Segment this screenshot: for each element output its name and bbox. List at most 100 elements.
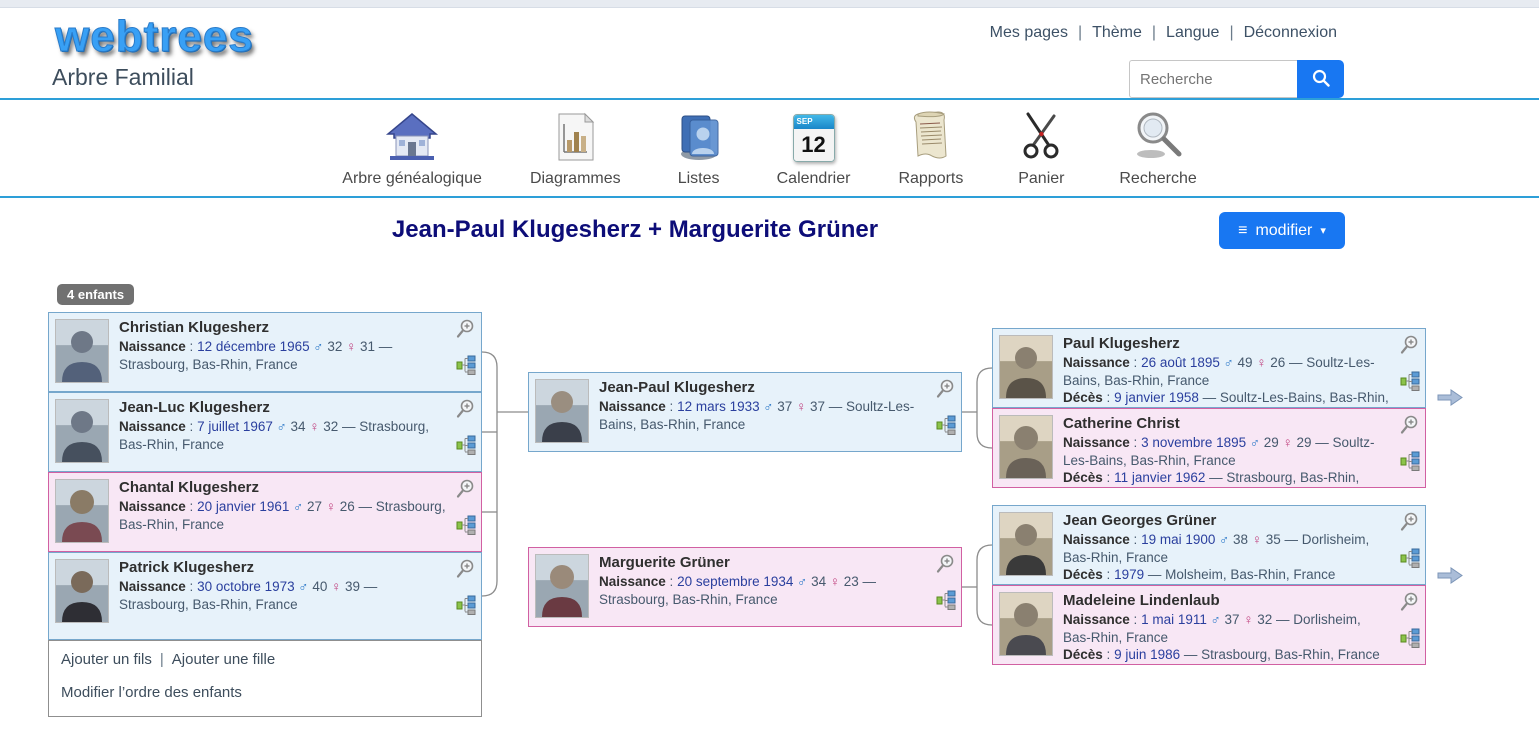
person-photo [55, 399, 109, 463]
scissors-icon [1018, 110, 1064, 162]
pedigree-icon[interactable] [1400, 371, 1420, 391]
person-photo [535, 379, 589, 443]
menu-language[interactable]: Langue [1166, 24, 1219, 41]
menu-my-pages[interactable]: Mes pages [990, 24, 1068, 41]
birth-line: Naissance : 20 janvier 1961 ♂ 27 ♀ 26 — … [119, 498, 447, 534]
magnifier-icon [1131, 110, 1185, 162]
pedigree-icon[interactable] [936, 415, 956, 435]
person-name-link[interactable]: Catherine Christ [1063, 414, 1391, 434]
zoom-icon[interactable] [456, 559, 476, 579]
birth-line: Naissance : 7 juillet 1967 ♂ 34 ♀ 32 — S… [119, 418, 447, 454]
zoom-icon[interactable] [936, 379, 956, 399]
menu-item-label: Recherche [1119, 170, 1196, 188]
menu-search[interactable]: Recherche [1119, 110, 1196, 188]
chevron-down-icon: ▾ [1320, 224, 1326, 237]
zoom-icon[interactable] [456, 479, 476, 499]
person-box-christian[interactable]: Christian Klugesherz Naissance : 12 déce… [48, 312, 482, 392]
death-line: Décès : 9 juin 1986 — Strasbourg, Bas-Rh… [1063, 646, 1391, 664]
hamburger-icon: ≡ [1238, 222, 1247, 240]
death-line: Décès : 11 janvier 1962 — Strasbourg, Ba… [1063, 469, 1391, 488]
pedigree-icon[interactable] [1400, 451, 1420, 471]
calendar-month: SEP [794, 115, 834, 129]
menu-theme[interactable]: Thème [1092, 24, 1142, 41]
family-page-header: Jean-Paul Klugesherz + Marguerite Grüner… [0, 198, 1539, 262]
browser-top-strip [0, 0, 1539, 8]
person-name-link[interactable]: Christian Klugesherz [119, 318, 447, 338]
death-line: Décès : 9 janvier 1958 — Soultz-Les-Bain… [1063, 389, 1391, 408]
person-name-link[interactable]: Jean Georges Grüner [1063, 511, 1391, 531]
person-box-paul[interactable]: Paul Klugesherz Naissance : 26 août 1895… [992, 328, 1426, 408]
person-name-link[interactable]: Marguerite Grüner [599, 553, 927, 573]
zoom-icon[interactable] [1400, 512, 1420, 532]
person-photo [55, 319, 109, 383]
person-photo [999, 592, 1053, 656]
person-name-link[interactable]: Jean-Luc Klugesherz [119, 398, 447, 418]
person-photo [999, 335, 1053, 399]
menu-item-label: Listes [678, 170, 720, 188]
menu-lists[interactable]: Listes [669, 110, 729, 188]
zoom-icon[interactable] [456, 319, 476, 339]
pedigree-icon[interactable] [1400, 548, 1420, 568]
person-box-jean-luc[interactable]: Jean-Luc Klugesherz Naissance : 7 juille… [48, 392, 482, 472]
reorder-children-link[interactable]: Modifier l’ordre des enfants [61, 684, 242, 701]
menu-reports[interactable]: Rapports [898, 110, 963, 188]
menu-logout[interactable]: Déconnexion [1244, 24, 1337, 41]
menu-item-label: Panier [1018, 170, 1064, 188]
search-button[interactable] [1297, 60, 1344, 98]
webtrees-logo[interactable]: webtrees [55, 12, 254, 62]
person-name-link[interactable]: Madeleine Lindenlaub [1063, 591, 1391, 611]
zoom-icon[interactable] [936, 554, 956, 574]
death-line: Décès : 1979 — Molsheim, Bas-Rhin, Franc… [1063, 566, 1391, 584]
chart-page-icon [555, 110, 595, 162]
pedigree-icon[interactable] [456, 515, 476, 535]
pedigree-icon[interactable] [1400, 628, 1420, 648]
next-generation-arrow[interactable] [1437, 389, 1463, 406]
person-box-jean-georges[interactable]: Jean Georges Grüner Naissance : 19 mai 1… [992, 505, 1426, 585]
person-box-chantal[interactable]: Chantal Klugesherz Naissance : 20 janvie… [48, 472, 482, 552]
family-book-chart: 4 enfants Christian Klugesherz Naissance… [0, 270, 1539, 747]
menu-item-label: Calendrier [777, 170, 851, 188]
person-name-link[interactable]: Chantal Klugesherz [119, 478, 447, 498]
person-name-link[interactable]: Jean-Paul Klugesherz [599, 378, 927, 398]
search-input[interactable] [1129, 60, 1297, 98]
zoom-icon[interactable] [1400, 335, 1420, 355]
children-count-badge: 4 enfants [57, 284, 134, 305]
page-title: Jean-Paul Klugesherz + Marguerite Grüner [392, 216, 878, 244]
calendar-icon: SEP 12 [793, 110, 835, 162]
zoom-icon[interactable] [1400, 592, 1420, 612]
pedigree-icon[interactable] [936, 590, 956, 610]
menu-clippings-cart[interactable]: Panier [1011, 110, 1071, 188]
pedigree-icon[interactable] [456, 355, 476, 375]
pedigree-icon[interactable] [456, 595, 476, 615]
menu-item-label: Diagrammes [530, 170, 621, 188]
birth-line: Naissance : 3 novembre 1895 ♂ 29 ♀ 29 — … [1063, 434, 1391, 470]
edit-menu-button[interactable]: ≡ modifier ▾ [1219, 212, 1345, 249]
person-box-marguerite[interactable]: Marguerite Grüner Naissance : 20 septemb… [528, 547, 962, 627]
add-daughter-link[interactable]: Ajouter une fille [172, 651, 275, 668]
person-box-catherine[interactable]: Catherine Christ Naissance : 3 novembre … [992, 408, 1426, 488]
birth-line: Naissance : 26 août 1895 ♂ 49 ♀ 26 — Sou… [1063, 354, 1391, 390]
menu-charts[interactable]: Diagrammes [530, 110, 621, 188]
scroll-icon [910, 110, 952, 162]
birth-line: Naissance : 20 septembre 1934 ♂ 34 ♀ 23 … [599, 573, 927, 609]
person-name-link[interactable]: Paul Klugesherz [1063, 334, 1391, 354]
add-son-link[interactable]: Ajouter un fils [61, 651, 152, 668]
person-photo [55, 559, 109, 623]
person-box-patrick[interactable]: Patrick Klugesherz Naissance : 30 octobr… [48, 552, 482, 640]
menu-family-tree[interactable]: Arbre généalogique [342, 110, 482, 188]
person-box-madeleine[interactable]: Madeleine Lindenlaub Naissance : 1 mai 1… [992, 585, 1426, 665]
tree-title: Arbre Familial [52, 64, 194, 91]
person-photo [999, 415, 1053, 479]
person-name-link[interactable]: Patrick Klugesherz [119, 558, 447, 578]
pedigree-icon[interactable] [456, 435, 476, 455]
menu-separator: | [1152, 24, 1156, 41]
zoom-icon[interactable] [456, 399, 476, 419]
menu-calendar[interactable]: SEP 12 Calendrier [777, 110, 851, 188]
birth-line: Naissance : 19 mai 1900 ♂ 38 ♀ 35 — Dorl… [1063, 531, 1391, 567]
quick-search-form [1129, 60, 1344, 98]
person-box-jean-paul[interactable]: Jean-Paul Klugesherz Naissance : 12 mars… [528, 372, 962, 452]
people-folder-icon [676, 110, 722, 162]
next-generation-arrow[interactable] [1437, 567, 1463, 584]
zoom-icon[interactable] [1400, 415, 1420, 435]
person-photo [999, 512, 1053, 576]
